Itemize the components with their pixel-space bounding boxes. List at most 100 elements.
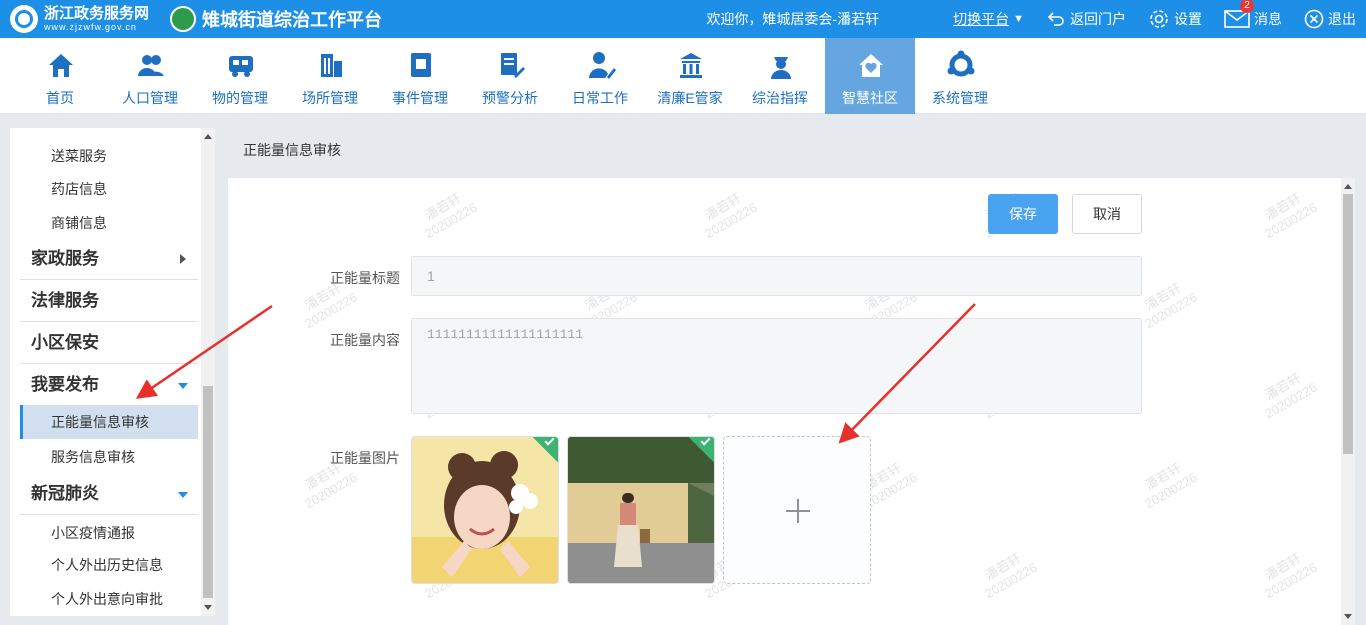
platform-title: 雉城街道综治工作平台: [202, 10, 382, 30]
logout-button[interactable]: 退出: [1304, 9, 1356, 29]
sidebar-group-covid[interactable]: 新冠肺炎: [20, 473, 198, 515]
title-field[interactable]: 1: [411, 256, 1142, 296]
sidebar-group-label: 新冠肺炎: [31, 484, 99, 503]
image-upload-button[interactable]: [723, 436, 871, 584]
welcome-text: 欢迎你，雉城居委会-潘若轩: [706, 11, 880, 27]
book-icon: [411, 53, 431, 77]
sidebar-group-security[interactable]: 小区保安: [20, 322, 198, 364]
sidebar-group-housekeeping[interactable]: 家政服务: [20, 238, 198, 280]
nav-item-system[interactable]: 系统管理: [915, 38, 1005, 114]
watermark-text: 潘若轩20200226: [694, 186, 760, 242]
watermark-name: 潘若轩: [422, 190, 464, 223]
messages-button[interactable]: 2 消息: [1224, 0, 1282, 29]
nav-item-population[interactable]: 人口管理: [105, 38, 195, 114]
sidebar-item-label: 个人外出意向审批: [51, 591, 163, 607]
zjzwfw-logo[interactable]: 浙江政务服务网 www.zjzwfw.gov.cn: [10, 5, 149, 33]
scroll-down-icon[interactable]: [204, 605, 212, 610]
sidebar-item-travel-history[interactable]: 个人外出历史信息: [20, 548, 198, 582]
sidebar-item-positive-energy-review[interactable]: 正能量信息审核: [20, 405, 198, 439]
sidebar-item-epidemic-report[interactable]: 小区疫情通报: [20, 516, 198, 550]
watermark-text: 潘若轩20200226: [1134, 456, 1200, 512]
scrollbar-thumb[interactable]: [203, 386, 213, 598]
title-field-label: 正能量标题: [330, 270, 400, 286]
return-portal-label: 返回门户: [1070, 11, 1126, 27]
cancel-button[interactable]: 取消: [1072, 194, 1142, 234]
watermark-name: 潘若轩: [1262, 550, 1304, 583]
nav-item-smart-community[interactable]: 智慧社区: [825, 38, 915, 114]
watermark-name: 潘若轩: [1262, 190, 1304, 223]
save-button[interactable]: 保存: [988, 194, 1058, 234]
building-icon: [321, 54, 342, 77]
scroll-up-icon[interactable]: [1344, 184, 1352, 189]
close-circle-icon: [1304, 9, 1324, 29]
caret-down-icon: ▼: [1013, 13, 1024, 25]
scroll-up-icon[interactable]: [204, 134, 212, 139]
watermark-name: 潘若轩: [1142, 280, 1184, 313]
chevron-down-icon: [178, 383, 188, 389]
messages-label: 消息: [1254, 11, 1282, 27]
return-icon: [1047, 12, 1064, 26]
main-nav: 首页 人口管理 物的管理 场所管理 事件管理 预警分析 日常工作 清廉E管家 综…: [0, 38, 1366, 114]
watermark-text: 潘若轩20200226: [1254, 366, 1320, 422]
form-panel: 潘若轩 20200226 潘若轩 20200226 潘若轩 20200226 潘若轩 2020…: [228, 178, 1355, 625]
truck-icon: [229, 56, 253, 77]
watermark-date: 20200226: [701, 199, 760, 242]
sidebar-item-service-review[interactable]: 服务信息审核: [20, 440, 198, 474]
sidebar-group-label: 法律服务: [31, 291, 99, 310]
logo-url: www.zjzwfw.gov.cn: [44, 22, 137, 32]
nav-label: 预警分析: [482, 90, 538, 106]
nav-item-command[interactable]: 综治指挥: [735, 38, 825, 114]
user-pen-icon: [589, 52, 616, 79]
sidebar: 送菜服务 药店信息 商铺信息 家政服务 法律服务 小区保安 我要发布 正能量信息…: [10, 128, 215, 616]
nav-item-things[interactable]: 物的管理: [195, 38, 285, 114]
top-bar: 浙江政务服务网 www.zjzwfw.gov.cn 雉城街道综治工作平台 欢迎你…: [0, 0, 1366, 38]
platform-emblem-icon: [170, 6, 196, 32]
nav-item-integrity[interactable]: 清廉E管家: [645, 38, 735, 114]
nav-item-home[interactable]: 首页: [15, 38, 105, 114]
watermark-text: 潘若轩20200226: [1134, 276, 1200, 332]
sidebar-item-pharmacy[interactable]: 药店信息: [20, 172, 198, 206]
nav-item-warning[interactable]: 预警分析: [465, 38, 555, 114]
nav-label: 人口管理: [122, 90, 178, 106]
scrollbar-thumb[interactable]: [1343, 194, 1353, 454]
watermark-text: 潘若轩20200226: [1254, 186, 1320, 242]
uploaded-photo-2[interactable]: [567, 436, 715, 584]
switch-platform-button[interactable]: 切换平台 ▼: [953, 9, 1024, 29]
main-scrollbar[interactable]: [1341, 178, 1355, 625]
uploaded-photo-1[interactable]: [411, 436, 559, 584]
sidebar-item-travel-approval[interactable]: 个人外出意向审批: [20, 582, 198, 616]
nav-label: 事件管理: [392, 90, 448, 106]
switch-platform-label: 切换平台: [953, 11, 1010, 27]
sidebar-item-label: 个人外出历史信息: [51, 557, 163, 573]
watermark-name: 潘若轩: [1142, 460, 1184, 493]
nav-item-places[interactable]: 场所管理: [285, 38, 375, 114]
watermark-date: 20200226: [421, 199, 480, 242]
sidebar-item-shops[interactable]: 商铺信息: [20, 206, 198, 240]
sidebar-group-legal[interactable]: 法律服务: [20, 280, 198, 322]
sidebar-group-publish[interactable]: 我要发布: [20, 364, 198, 406]
watermark-name: 潘若轩: [702, 190, 744, 223]
nav-item-events[interactable]: 事件管理: [375, 38, 465, 114]
nav-item-daily[interactable]: 日常工作: [555, 38, 645, 114]
watermark-date: 20200226: [1141, 469, 1200, 512]
watermark-text: 潘若轩20200226: [974, 546, 1040, 602]
watermark-name: 潘若轩: [1262, 370, 1304, 403]
settings-label: 设置: [1174, 11, 1202, 27]
zjzwfw-emblem-icon: [10, 5, 38, 33]
sidebar-item-vegetable-delivery[interactable]: 送菜服务: [20, 139, 198, 173]
sidebar-item-label: 服务信息审核: [51, 449, 135, 465]
sidebar-group-label: 小区保安: [31, 333, 99, 352]
chevron-right-icon: [180, 254, 186, 264]
scroll-down-icon[interactable]: [1344, 614, 1352, 619]
settings-button[interactable]: 设置: [1148, 8, 1202, 30]
image-field-label: 正能量图片: [330, 450, 400, 466]
content-textarea[interactable]: 11111111111111111111: [411, 318, 1142, 414]
return-portal-button[interactable]: 返回门户: [1046, 9, 1126, 29]
sidebar-item-label: 正能量信息审核: [51, 414, 149, 430]
sidebar-item-label: 小区疫情通报: [51, 525, 135, 541]
sidebar-item-label: 药店信息: [51, 181, 107, 197]
nav-label: 清廉E管家: [657, 90, 723, 106]
nav-label: 首页: [46, 90, 74, 106]
sidebar-item-label: 商铺信息: [51, 215, 107, 231]
sidebar-scrollbar[interactable]: [201, 128, 215, 616]
